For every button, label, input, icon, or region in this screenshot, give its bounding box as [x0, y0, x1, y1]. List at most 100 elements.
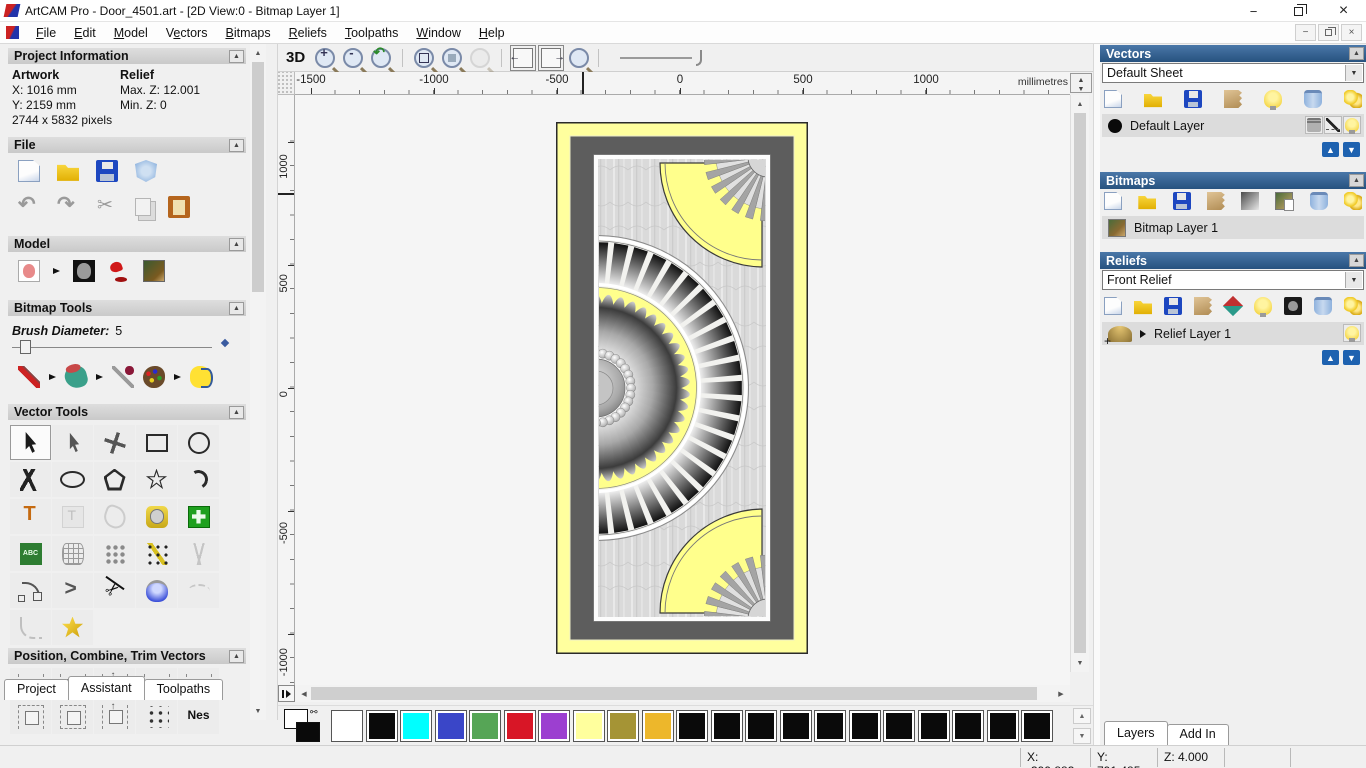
colour-swatch-0[interactable]	[331, 709, 363, 742]
drawing-canvas[interactable]	[295, 95, 1070, 685]
zoom-previous-icon[interactable]	[371, 44, 392, 68]
zoom-in-icon[interactable]	[315, 45, 336, 68]
star-gold-tool[interactable]	[52, 610, 93, 645]
teddy-colour-icon[interactable]	[18, 260, 40, 282]
collapse-button[interactable]: ▲	[229, 49, 244, 63]
scroll-left-icon[interactable]: ◀	[297, 687, 311, 701]
node-edit-tool[interactable]	[52, 425, 93, 460]
open-file-icon[interactable]	[57, 164, 79, 181]
collapse-button[interactable]: ▲	[229, 405, 244, 419]
close-button[interactable]: ×	[1321, 0, 1366, 22]
colour-swatch-17[interactable]	[917, 709, 950, 742]
preview-box-icon[interactable]	[1284, 297, 1302, 315]
mdi-restore-button[interactable]	[1318, 24, 1339, 41]
waves-tool[interactable]	[178, 536, 219, 571]
colour-swatch-20[interactable]	[1021, 709, 1053, 742]
merge-icon[interactable]	[1206, 192, 1225, 210]
colour-swatch-13[interactable]	[779, 709, 812, 742]
primary-secondary-colour-selector[interactable]: ⚯	[284, 707, 326, 743]
restore-button[interactable]	[1276, 0, 1321, 22]
gradient-square-icon[interactable]	[1241, 192, 1260, 210]
expand-icon[interactable]	[1140, 329, 1146, 338]
eyedropper-icon[interactable]	[112, 366, 134, 388]
fit-arcs-tool[interactable]	[136, 536, 177, 571]
collapse-button[interactable]: ▲	[1349, 174, 1364, 187]
colour-swatch-6[interactable]	[538, 709, 570, 742]
bulb-page-icon[interactable]	[1254, 297, 1272, 317]
align-top2-tool[interactable]	[10, 699, 51, 734]
open-file-icon[interactable]	[1144, 93, 1162, 108]
page-next-icon[interactable]	[538, 44, 565, 71]
save-file-icon[interactable]	[1164, 297, 1182, 315]
colour-swatch-4[interactable]	[469, 709, 501, 742]
collapse-button[interactable]: ▲	[1349, 47, 1364, 60]
canvas-vertical-scrollbar[interactable]: ▲ ▼	[1070, 95, 1089, 672]
scroll-down-icon[interactable]: ▼	[251, 704, 265, 718]
flood-fill-icon[interactable]	[62, 363, 90, 391]
slider-handle[interactable]	[696, 49, 703, 66]
block-copy-tool[interactable]	[94, 536, 135, 571]
dropdown-arrow-icon[interactable]: ▼	[1345, 65, 1362, 81]
paste-icon[interactable]	[168, 196, 190, 218]
select-arrow-tool[interactable]	[10, 425, 51, 460]
measure-tool[interactable]	[136, 499, 177, 534]
save-file-icon[interactable]	[96, 160, 118, 182]
freehand-tool[interactable]	[10, 462, 51, 497]
merge-icon[interactable]	[1224, 90, 1242, 108]
mona-lisa-icon[interactable]	[143, 260, 165, 282]
page-prev-icon[interactable]	[509, 44, 537, 71]
tab-assistant[interactable]: Assistant	[67, 676, 145, 700]
tab-project[interactable]: Project	[4, 679, 69, 700]
scroll-thumb[interactable]	[311, 687, 1037, 700]
bulbs-icon[interactable]	[1343, 192, 1362, 210]
menu-window[interactable]: Window	[407, 24, 469, 42]
model-options-icon[interactable]	[135, 160, 157, 182]
tab-layers[interactable]: Layers	[1104, 721, 1168, 745]
zoom-fit-icon[interactable]	[442, 48, 463, 68]
vector-sheet-dropdown[interactable]: Default Sheet ▼	[1102, 63, 1364, 83]
flyout-icon[interactable]	[174, 374, 181, 380]
lamp-icon[interactable]	[108, 260, 130, 283]
bulbs-icon[interactable]	[1344, 90, 1362, 108]
collapse-button[interactable]: ▲	[229, 138, 244, 152]
trash-icon[interactable]	[1304, 90, 1322, 108]
star-tool-tool[interactable]	[136, 462, 177, 497]
tab-toolpaths[interactable]: Toolpaths	[143, 679, 224, 700]
lock-button[interactable]	[1305, 116, 1323, 134]
vector-layer-row[interactable]: Default Layer	[1102, 114, 1364, 137]
zoom-rect-icon[interactable]	[414, 48, 435, 68]
collapse-button[interactable]: ▲	[229, 301, 244, 315]
colour-swatch-14[interactable]	[814, 709, 846, 742]
merge-icon[interactable]	[1194, 297, 1212, 315]
open-file-icon[interactable]	[1134, 300, 1152, 315]
scroll-thumb[interactable]	[1074, 113, 1086, 653]
palette-scroll-down[interactable]: ▼	[1073, 728, 1091, 744]
colour-swatch-1[interactable]	[365, 709, 398, 742]
colour-swatch-9[interactable]	[641, 709, 674, 742]
image-link-icon[interactable]	[1275, 192, 1295, 211]
combine-diamond-icon[interactable]	[1222, 295, 1244, 317]
colour-swatch-12[interactable]	[745, 709, 777, 742]
abc-block-tool[interactable]	[10, 536, 51, 571]
scroll-thumb[interactable]	[252, 62, 264, 292]
colour-swatch-19[interactable]	[986, 709, 1019, 742]
move-layer-down-button[interactable]: ▼	[1343, 142, 1360, 157]
new-document-icon[interactable]	[1104, 192, 1122, 210]
save-file-icon[interactable]	[1184, 90, 1202, 108]
wrap-text-tool[interactable]	[52, 499, 93, 534]
colour-swatch-7[interactable]	[572, 709, 605, 742]
edit-pencil-button[interactable]	[1324, 116, 1342, 134]
open-file-icon[interactable]	[1138, 195, 1157, 210]
cut-icon[interactable]	[96, 194, 118, 218]
menu-toolpaths[interactable]: Toolpaths	[336, 24, 408, 42]
layer-colour-swatch[interactable]	[1108, 118, 1122, 133]
paint-brush-icon[interactable]	[18, 366, 40, 388]
relief-layer-row[interactable]: Relief Layer 1	[1102, 322, 1364, 348]
secondary-colour[interactable]	[296, 721, 320, 742]
ellipse-tool-tool[interactable]	[52, 462, 93, 497]
colour-swatch-5[interactable]	[503, 709, 536, 742]
relief-dropdown[interactable]: Front Relief ▼	[1102, 270, 1364, 290]
colour-swatch-11[interactable]	[710, 709, 743, 742]
palette-scroll-up[interactable]: ▲	[1073, 708, 1091, 724]
flyout-icon[interactable]	[53, 268, 60, 274]
